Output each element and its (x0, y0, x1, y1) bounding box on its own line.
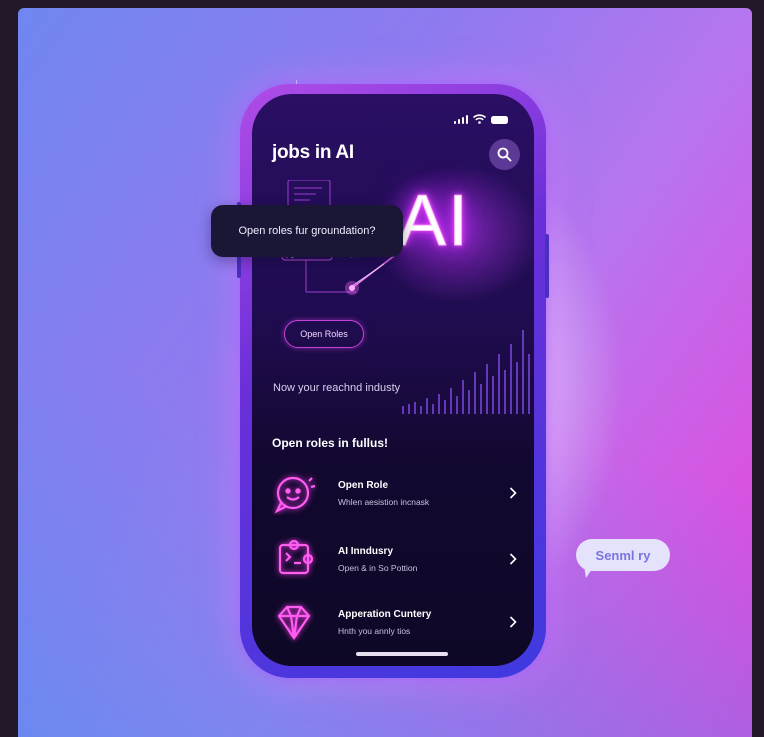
chevron-right-icon (506, 486, 520, 500)
list-item-title: Open Role (338, 479, 389, 491)
list-item-subtitle: Hnth you annly tios (338, 625, 411, 636)
reply-bubble-tail (584, 566, 594, 578)
open-roles-button[interactable]: Open Roles (284, 320, 364, 348)
phone-screen: jobs in AI PC AI Open Roles Now your rea… (252, 94, 534, 666)
list-item[interactable]: AI Inndusry Open & in So Pottion (266, 530, 520, 588)
hero-subtitle: Now your reachnd industy (273, 382, 401, 394)
list-item[interactable]: Open Role Whlen aesistion incnask (266, 464, 520, 522)
question-chat-bubble: Open roles fur groundation? (211, 205, 403, 257)
chevron-right-icon (506, 552, 520, 566)
chevron-right-icon (506, 615, 520, 629)
power-button (545, 234, 549, 298)
list-item[interactable]: Apperation Cuntery Hnth you annly tios (266, 593, 520, 651)
puzzle-icon (266, 534, 322, 584)
phone-mockup: jobs in AI PC AI Open Roles Now your rea… (237, 84, 549, 678)
battery-icon (491, 116, 508, 124)
app-title: jobs in AI (272, 142, 354, 163)
home-indicator[interactable] (356, 652, 448, 656)
list-item-title: Apperation Cuntery (338, 608, 432, 620)
search-icon (497, 147, 512, 162)
signal-icon (453, 115, 468, 124)
list-item-title: AI Inndusry (338, 545, 394, 557)
equalizer-decoration (402, 330, 530, 414)
chat-face-icon (266, 468, 322, 518)
gem-icon (266, 597, 322, 647)
list-item-subtitle: Open & in So Pottion (338, 562, 418, 573)
wifi-icon (473, 114, 486, 124)
ai-neon-sign: AI (397, 181, 471, 262)
list-item-subtitle: Whlen aesistion incnask (338, 496, 430, 507)
section-title: Open roles in fullus! (272, 436, 389, 450)
status-bar (453, 114, 508, 124)
